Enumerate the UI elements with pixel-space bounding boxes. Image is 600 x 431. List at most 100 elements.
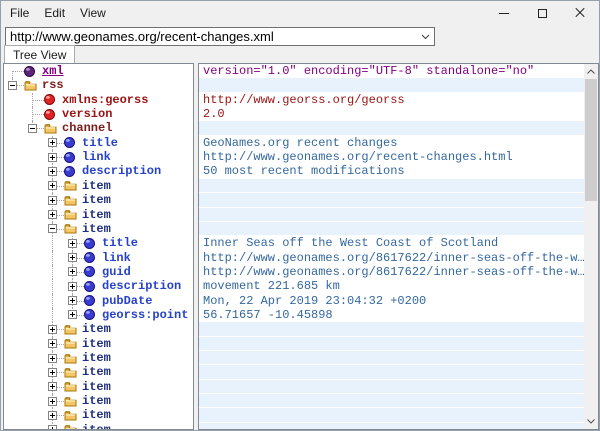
element-icon [64, 137, 77, 148]
expand-icon[interactable] [48, 153, 57, 162]
vertical-scrollbar[interactable] [584, 64, 598, 429]
close-button[interactable] [561, 1, 599, 25]
tree-node-guid[interactable]: guid [4, 265, 193, 279]
tree-node-item[interactable]: item [4, 380, 193, 394]
expand-icon[interactable] [68, 267, 77, 276]
value-panel: version="1.0" encoding="UTF-8" standalon… [198, 63, 599, 430]
tree-node-label: channel [62, 121, 112, 135]
tree-node-rss[interactable]: rss [4, 78, 193, 92]
element-icon [84, 252, 97, 263]
value-text: 50 most recent modifications [199, 164, 584, 178]
element-icon [64, 152, 77, 163]
tree-node-label: pubDate [102, 294, 152, 308]
tree-node-description[interactable]: description [4, 164, 193, 178]
value-row: GeoNames.org recent changes [199, 136, 584, 150]
folder-icon [64, 209, 77, 220]
expand-icon[interactable] [48, 138, 57, 147]
scroll-down-icon[interactable] [584, 414, 598, 429]
tree-node-item[interactable]: item [4, 193, 193, 207]
expand-icon[interactable] [68, 253, 77, 262]
tree-node-item[interactable]: item [4, 208, 193, 222]
folder-icon [64, 324, 77, 335]
value-text: 56.71657 -10.45898 [199, 308, 584, 322]
collapse-icon[interactable] [28, 124, 37, 133]
expand-icon[interactable] [48, 167, 57, 176]
tree-node-link[interactable]: link [4, 150, 193, 164]
value-row: http://www.geonames.org/recent-changes.h… [199, 150, 584, 164]
tree-node-xml[interactable]: xml [4, 64, 193, 78]
expand-icon[interactable] [48, 397, 57, 406]
expand-icon[interactable] [48, 325, 57, 334]
expand-icon[interactable] [48, 354, 57, 363]
value-row: 56.71657 -10.45898 [199, 308, 584, 322]
tree-node-link[interactable]: link [4, 251, 193, 265]
value-row [199, 121, 584, 134]
expand-icon[interactable] [48, 339, 57, 348]
tree-node-item[interactable]: item [4, 322, 193, 336]
tree-node-item[interactable]: item [4, 394, 193, 408]
tree-node-item[interactable]: item [4, 423, 193, 430]
tree-node-label: item [82, 351, 111, 365]
expand-icon[interactable] [48, 368, 57, 377]
tree-node-title[interactable]: title [4, 236, 193, 250]
tab-tree-view[interactable]: Tree View [4, 45, 75, 63]
expand-icon[interactable] [48, 210, 57, 219]
value-row [199, 337, 584, 350]
value-row [199, 408, 584, 421]
expand-icon[interactable] [48, 382, 57, 391]
collapse-icon[interactable] [48, 224, 57, 233]
tree-node-label: item [82, 222, 111, 236]
expand-icon[interactable] [48, 181, 57, 190]
value-text: http://www.geonames.org/8617622/inner-se… [199, 265, 584, 279]
expand-icon[interactable] [68, 296, 77, 305]
maximize-button[interactable] [523, 1, 561, 25]
scroll-up-icon[interactable] [584, 64, 598, 79]
tree-node-channel[interactable]: channel [4, 121, 193, 135]
tree-node-xmlns:georss[interactable]: xmlns:georss [4, 93, 193, 107]
xml-tree-panel[interactable]: xmlrssxmlns:georssversionchanneltitlelin… [3, 63, 194, 430]
tree-node-item[interactable]: item [4, 337, 193, 351]
tree-node-item[interactable]: item [4, 365, 193, 379]
value-text: GeoNames.org recent changes [199, 136, 584, 150]
expand-icon[interactable] [68, 310, 77, 319]
menu-edit[interactable]: Edit [37, 3, 72, 23]
value-text: 2.0 [199, 107, 584, 121]
value-row: 50 most recent modifications [199, 164, 584, 178]
menu-bar: File Edit View [1, 1, 599, 25]
folder-icon [64, 410, 77, 421]
menu-view[interactable]: View [73, 3, 113, 23]
chevron-down-icon[interactable] [417, 28, 434, 45]
element-icon [84, 309, 97, 320]
tree-node-item[interactable]: item [4, 408, 193, 422]
tree-node-title[interactable]: title [4, 136, 193, 150]
expand-icon[interactable] [48, 196, 57, 205]
expand-icon[interactable] [68, 239, 77, 248]
collapse-icon[interactable] [8, 81, 17, 90]
value-text: http://www.geonames.org/8617622/inner-se… [199, 251, 584, 265]
scrollbar-thumb[interactable] [585, 79, 597, 201]
tree-node-item[interactable]: item [4, 222, 193, 236]
tree-node-description[interactable]: description [4, 279, 193, 293]
tree-node-georss:point[interactable]: georss:point [4, 308, 193, 322]
element-icon [84, 266, 97, 277]
value-text: http://www.geonames.org/recent-changes.h… [199, 150, 584, 164]
app-window: File Edit View Tree View xmlrssxmlns:geo… [0, 0, 600, 431]
minimize-icon [499, 13, 509, 14]
expand-icon[interactable] [68, 282, 77, 291]
expand-icon[interactable] [48, 411, 57, 420]
minimize-button[interactable] [485, 1, 523, 25]
tree-node-label: link [102, 251, 131, 265]
tree-node-version[interactable]: version [4, 107, 193, 121]
tree-node-pubDate[interactable]: pubDate [4, 294, 193, 308]
tree-node-item[interactable]: item [4, 179, 193, 193]
tree-node-label: rss [42, 78, 64, 92]
menu-file[interactable]: File [3, 3, 36, 23]
expand-icon[interactable] [48, 425, 57, 430]
content-area: xmlrssxmlns:georssversionchanneltitlelin… [1, 63, 599, 430]
url-input[interactable] [6, 29, 417, 44]
tree-node-item[interactable]: item [4, 351, 193, 365]
tree-node-label: item [82, 322, 111, 336]
folder-icon [64, 223, 77, 234]
value-row [199, 222, 584, 235]
value-text: version="1.0" encoding="UTF-8" standalon… [199, 64, 584, 78]
